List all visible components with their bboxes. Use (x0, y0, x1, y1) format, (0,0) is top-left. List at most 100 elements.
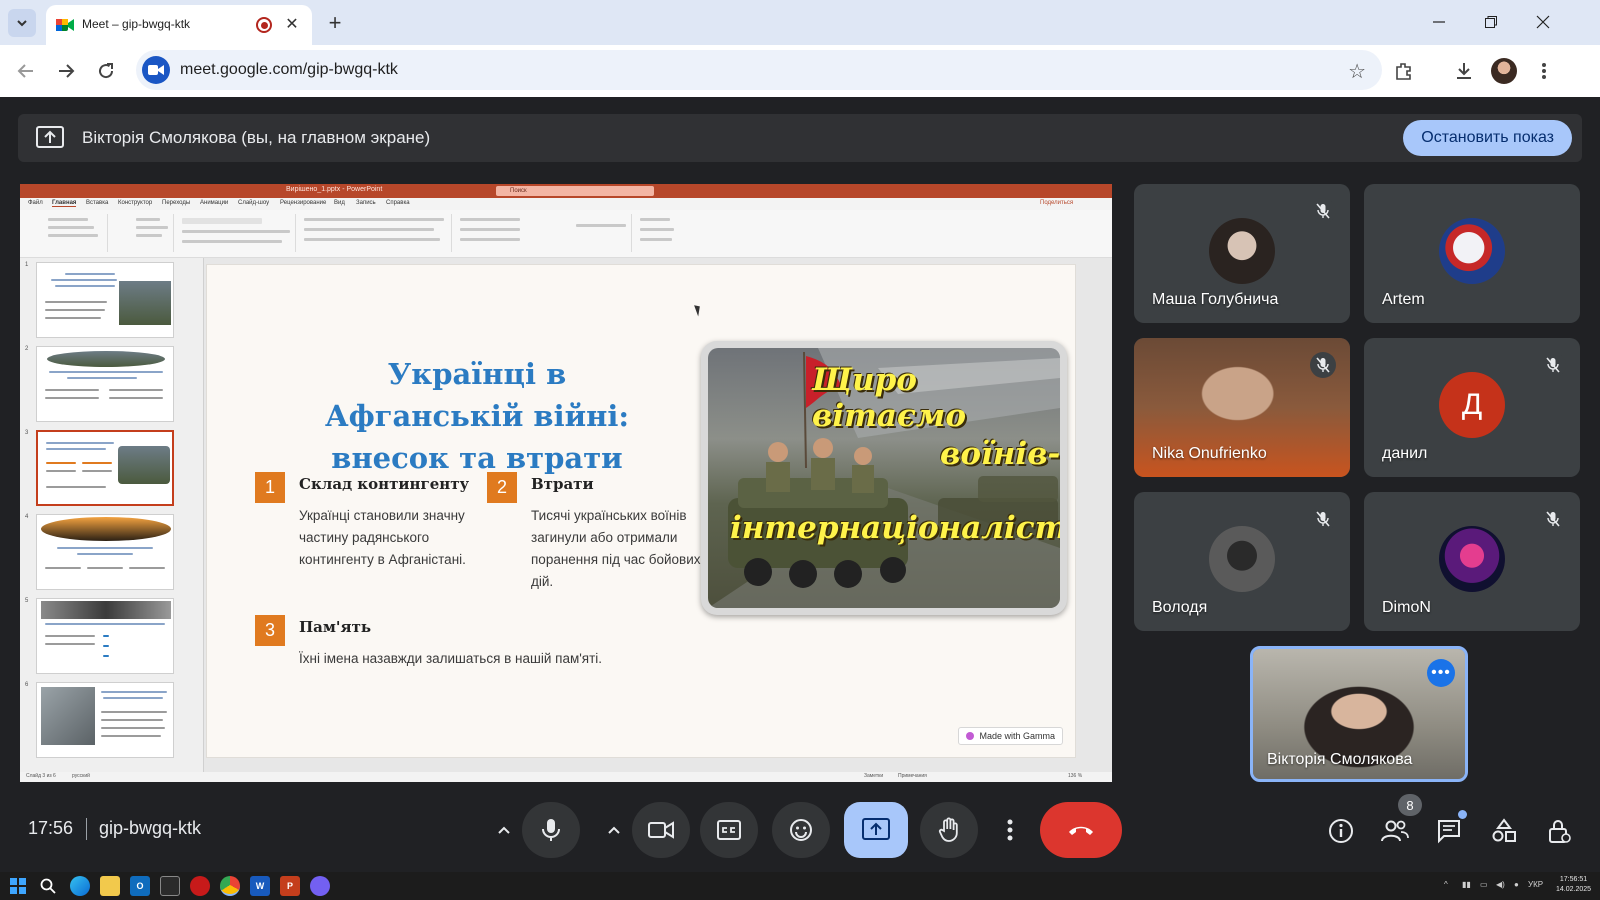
stop-presenting-button[interactable]: Остановить показ (1403, 120, 1572, 156)
status-comments: Примечания (898, 773, 927, 779)
recording-icon (256, 17, 272, 33)
browser-toolbar: meet.google.com/gip-bwgq-ktk ☆ (0, 45, 1600, 97)
file-explorer-icon[interactable] (100, 876, 120, 896)
mic-tray-icon[interactable]: ● (1514, 880, 1519, 889)
windows-start-icon[interactable] (8, 876, 28, 896)
captions-button[interactable] (700, 802, 758, 858)
site-info-icon[interactable] (142, 56, 170, 84)
slide-number: 5 (25, 598, 29, 604)
language-indicator[interactable]: УКР (1528, 880, 1543, 889)
word-icon[interactable]: W (250, 876, 270, 896)
present-now-button[interactable] (844, 802, 908, 858)
tab-search-button[interactable] (8, 9, 36, 37)
raise-hand-button[interactable] (920, 802, 978, 858)
participant-tile[interactable]: Artem (1364, 184, 1580, 323)
meeting-details-button[interactable] (1324, 814, 1358, 848)
item-text: Українці становили значну частину радянс… (299, 508, 466, 567)
forward-button[interactable] (52, 57, 80, 85)
close-window-button[interactable] (1528, 8, 1558, 36)
made-with-gamma-badge: Made with Gamma (958, 727, 1063, 745)
search-icon[interactable] (38, 876, 58, 896)
meeting-code: gip-bwgq-ktk (99, 818, 202, 838)
slide-thumbnails: 1 2 3 4 5 6 (20, 258, 204, 772)
participant-tile[interactable]: Володя (1134, 492, 1350, 631)
participant-tile[interactable]: DimoN (1364, 492, 1580, 631)
system-clock[interactable]: 17:56:51 14.02.2025 (1556, 875, 1591, 895)
tab-meet[interactable]: Meet – gip-bwgq-ktk ✕ (46, 5, 312, 45)
address-bar[interactable]: meet.google.com/gip-bwgq-ktk ☆ (136, 50, 1382, 90)
people-icon (1381, 820, 1409, 842)
close-icon (1536, 15, 1550, 29)
forward-icon (59, 64, 75, 78)
browser-menu-button[interactable] (1530, 57, 1558, 85)
camera-icon (648, 821, 674, 839)
restore-button[interactable] (1476, 8, 1506, 36)
presenting-status-text: Вікторія Смолякова (вы, на главном экран… (82, 128, 431, 147)
battery-icon[interactable]: ▭ (1480, 880, 1488, 889)
tab-close-icon[interactable]: ✕ (282, 14, 302, 34)
activities-button[interactable] (1487, 814, 1521, 848)
store-icon[interactable] (160, 876, 180, 896)
ppt-share-button: Поделиться (1040, 200, 1074, 206)
chat-notification-dot (1458, 810, 1467, 819)
chat-icon (1438, 820, 1460, 844)
audio-options-button[interactable] (486, 812, 522, 848)
info-icon (1329, 819, 1353, 843)
mic-off-icon (1310, 352, 1336, 378)
volume-icon[interactable]: ◀) (1496, 880, 1505, 889)
participant-tile[interactable]: Д данил (1364, 338, 1580, 477)
outlook-icon[interactable]: O (130, 876, 150, 896)
emoji-icon (790, 819, 812, 841)
reload-button[interactable] (92, 57, 120, 85)
ppt-ribbon (20, 210, 1112, 258)
downloads-button[interactable] (1450, 57, 1478, 85)
self-view-tile[interactable]: ••• Вікторія Смолякова (1250, 646, 1468, 782)
powerpoint-icon[interactable]: P (280, 876, 300, 896)
participant-tile[interactable]: Nika Onufrienko (1134, 338, 1350, 477)
bookmark-star-icon[interactable]: ☆ (1348, 59, 1366, 84)
participant-name: данил (1382, 445, 1428, 462)
slide-thumbnail (36, 598, 174, 674)
ppt-menu-item: Переходы (162, 200, 191, 206)
video-options-button[interactable] (596, 812, 632, 848)
more-options-icon[interactable]: ••• (1427, 659, 1455, 687)
host-controls-icon (1549, 820, 1571, 843)
extensions-button[interactable] (1390, 57, 1418, 85)
leave-call-button[interactable] (1040, 802, 1122, 858)
new-tab-button[interactable]: + (322, 10, 348, 36)
camera-button[interactable] (632, 802, 690, 858)
windows-taskbar: O W P ^ ▮▮ ▭ ◀) ● УКР 17:56:51 14.02.202… (0, 872, 1600, 900)
chat-button[interactable] (1432, 814, 1466, 848)
back-icon (17, 64, 33, 78)
network-icon[interactable]: ▮▮ (1462, 880, 1471, 889)
chevron-down-icon (17, 20, 27, 27)
participant-tile[interactable]: Маша Голубнича (1134, 184, 1350, 323)
slide-thumbnail-active (36, 430, 174, 506)
status-notes: Заметки (864, 773, 884, 779)
reactions-button[interactable] (772, 802, 830, 858)
microphone-button[interactable] (522, 802, 580, 858)
url-text: meet.google.com/gip-bwgq-ktk (180, 61, 398, 78)
ppt-search-box: Поиск (496, 186, 654, 196)
host-controls-button[interactable] (1542, 814, 1576, 848)
back-button[interactable] (12, 57, 40, 85)
more-options-button[interactable] (990, 802, 1030, 858)
ppt-menu-item: Справка (386, 200, 410, 206)
profile-button[interactable] (1490, 57, 1518, 85)
participant-name: Artem (1382, 291, 1425, 308)
people-button[interactable] (1378, 814, 1412, 848)
chrome-icon[interactable] (220, 876, 240, 896)
edge-icon[interactable] (70, 876, 90, 896)
avatar (1209, 526, 1275, 592)
slide-thumbnail (36, 346, 174, 422)
meet-favicon (56, 19, 74, 31)
minimize-button[interactable] (1424, 8, 1454, 36)
slide-number: 1 (25, 262, 29, 268)
item-text: Тисячі українських воїнів загинули або о… (531, 508, 701, 589)
self-name: Вікторія Смолякова (1267, 751, 1413, 768)
viber-icon[interactable] (310, 876, 330, 896)
shared-screen: Вирішено_1.pptx - PowerPoint Поиск Файл … (20, 184, 1112, 782)
ppt-title-bar: Вирішено_1.pptx - PowerPoint Поиск (20, 184, 1112, 198)
opera-icon[interactable] (190, 876, 210, 896)
tray-chevron-icon[interactable]: ^ (1444, 880, 1448, 889)
